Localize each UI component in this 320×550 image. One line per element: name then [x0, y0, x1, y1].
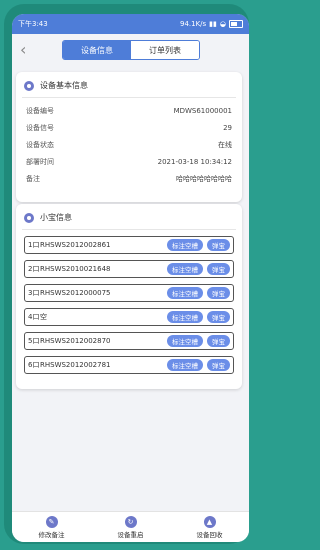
- recycle-device-button[interactable]: ▲ 设备回收: [196, 515, 223, 539]
- wifi-icon: ◒: [219, 20, 226, 28]
- info-row: 设备编号 MDWS61000001: [16, 102, 242, 119]
- slot-number: 3口: [28, 289, 40, 297]
- info-value: 在线: [218, 140, 232, 149]
- slot-number: 6口: [28, 361, 40, 369]
- edit-note-label: 修改备注: [38, 530, 65, 539]
- slot-code: RHSWS2012000075: [40, 289, 111, 297]
- slot-code: 空: [40, 313, 47, 321]
- edit-icon: ✎: [45, 515, 58, 528]
- mark-empty-button[interactable]: 标注空槽: [167, 359, 203, 371]
- eject-button[interactable]: 弹宝: [207, 335, 230, 347]
- divider: [22, 229, 236, 230]
- eject-button[interactable]: 弹宝: [207, 287, 230, 299]
- recycle-icon: ▲: [203, 515, 216, 528]
- tab-switcher: 设备信息 订单列表: [62, 40, 200, 60]
- slot-code: RHSWS2012002870: [40, 337, 111, 345]
- info-value: MDWS61000001: [173, 106, 232, 115]
- back-icon[interactable]: ‹: [20, 40, 26, 59]
- bottom-action-bar: ✎ 修改备注 ↻ 设备重启 ▲ 设备回收: [12, 511, 249, 542]
- tab-device-info[interactable]: 设备信息: [63, 41, 131, 59]
- slot-row: 4口空 标注空槽 弹宝: [24, 308, 234, 326]
- slot-code: RHSWS2010021648: [40, 265, 111, 273]
- info-value: 2021-03-18 10:34:12: [157, 157, 232, 166]
- basic-info-card: 设备基本信息 设备编号 MDWS61000001 设备信号 29 设备状态 在线部署时间 2…: [16, 72, 242, 202]
- card-title: 小宝信息: [40, 213, 72, 222]
- slot-number: 1口: [28, 241, 40, 249]
- mark-empty-button[interactable]: 标注空槽: [167, 311, 203, 323]
- recycle-label: 设备回收: [196, 530, 223, 539]
- slot-row: 6口 RHSWS2012002781 标注空槽 弹宝: [24, 356, 234, 374]
- info-row: 设备状态 在线: [16, 136, 242, 153]
- header: ‹ 设备信息 订单列表: [12, 34, 249, 66]
- info-list: 设备编号 MDWS61000001 设备信号 29 设备状态 在线部署时间 2021-03-…: [16, 98, 242, 187]
- slot-row: 1口 RHSWS2012002861 标注空槽 弹宝: [24, 236, 234, 254]
- brand-icon: [24, 212, 34, 223]
- eject-button[interactable]: 弹宝: [207, 311, 230, 323]
- restart-label: 设备重启: [117, 530, 144, 539]
- slot-info-card: 小宝信息 1口 RHSWS2012002861 标注空槽 弹宝 2口 RHSWS20100…: [16, 204, 242, 389]
- network-speed: 94.1K/s: [179, 20, 207, 28]
- battery-icon: [229, 20, 243, 28]
- slot-row: 2口 RHSWS2010021648 标注空槽 弹宝: [24, 260, 234, 278]
- info-label: 设备状态: [26, 140, 54, 149]
- status-bar: 下午3:43 94.1K/s ▮▮ ◒: [12, 14, 249, 34]
- slot-number: 5口: [28, 337, 40, 345]
- slot-row: 5口 RHSWS2012002870 标注空槽 弹宝: [24, 332, 234, 350]
- info-row: 部署时间 2021-03-18 10:34:12: [16, 153, 242, 170]
- info-value: 29: [223, 123, 232, 132]
- slot-code: RHSWS2012002861: [40, 241, 111, 249]
- eject-button[interactable]: 弹宝: [207, 359, 230, 371]
- brand-icon: [24, 80, 34, 91]
- slot-number: 2口: [28, 265, 40, 273]
- slot-list: 1口 RHSWS2012002861 标注空槽 弹宝 2口 RHSWS2010021648…: [16, 236, 242, 374]
- eject-button[interactable]: 弹宝: [207, 263, 230, 275]
- info-label: 设备信号: [26, 123, 54, 132]
- mark-empty-button[interactable]: 标注空槽: [167, 239, 203, 251]
- edit-note-button[interactable]: ✎ 修改备注: [38, 515, 65, 539]
- slot-code: RHSWS2012002781: [40, 361, 111, 369]
- info-row: 备注 哈哈哈哈哈哈哈哈: [16, 170, 242, 187]
- info-label: 备注: [26, 174, 40, 183]
- restart-icon: ↻: [124, 515, 137, 528]
- info-row: 设备信号 29: [16, 119, 242, 136]
- info-label: 设备编号: [26, 106, 54, 115]
- info-value: 哈哈哈哈哈哈哈哈: [176, 174, 232, 183]
- eject-button[interactable]: 弹宝: [207, 239, 230, 251]
- phone-frame: 下午3:43 94.1K/s ▮▮ ◒ ‹ 设备信息 订单列表 设备基本信息 设…: [4, 4, 249, 544]
- status-time: 下午3:43: [18, 20, 48, 28]
- mark-empty-button[interactable]: 标注空槽: [167, 287, 203, 299]
- slot-number: 4口: [28, 313, 40, 321]
- mark-empty-button[interactable]: 标注空槽: [167, 335, 203, 347]
- info-label: 部署时间: [26, 157, 54, 166]
- signal-icon: ▮▮: [209, 20, 217, 28]
- slot-row: 3口 RHSWS2012000075 标注空槽 弹宝: [24, 284, 234, 302]
- screen: 下午3:43 94.1K/s ▮▮ ◒ ‹ 设备信息 订单列表 设备基本信息 设…: [12, 14, 249, 542]
- card-title: 设备基本信息: [40, 81, 88, 90]
- tab-order-list[interactable]: 订单列表: [131, 41, 199, 59]
- restart-device-button[interactable]: ↻ 设备重启: [117, 515, 144, 539]
- mark-empty-button[interactable]: 标注空槽: [167, 263, 203, 275]
